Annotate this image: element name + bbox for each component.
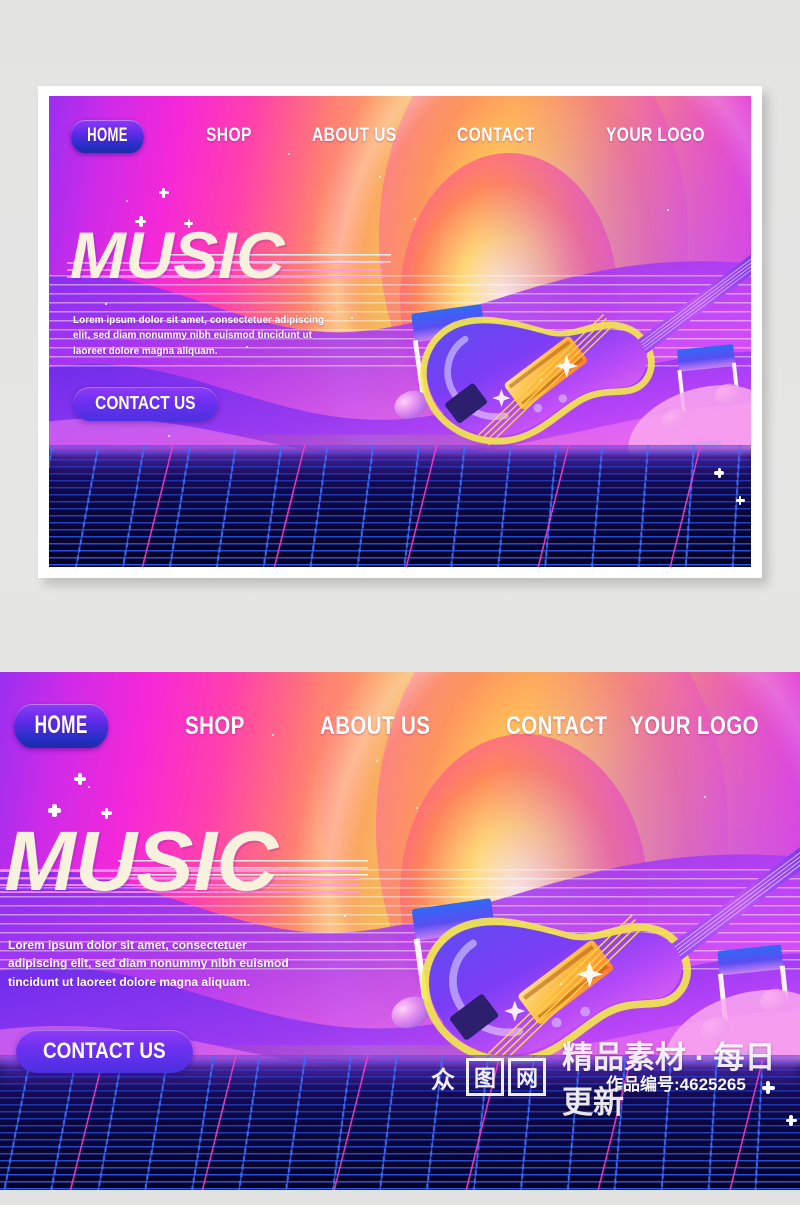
primary-navigation: HOME SHOP ABOUT US CONTACT YOUR LOGO (49, 96, 751, 176)
nav-item-about-us[interactable]: ABOUT US (312, 125, 397, 147)
watermark-artwork-id: 作品编号:4625265 (606, 1075, 746, 1094)
brand-logo[interactable]: YOUR LOGO (606, 125, 705, 147)
page-title: MUSIC (69, 218, 285, 292)
contact-us-button[interactable]: CONTACT US (16, 1029, 193, 1073)
music-landing-banner-preview: HOME SHOP ABOUT US CONTACT YOUR LOGO MUS… (49, 96, 751, 567)
page-root: HOME SHOP ABOUT US CONTACT YOUR LOGO MUS… (0, 0, 800, 1205)
sparkle-plus-icon (761, 1081, 775, 1095)
star-dot (88, 785, 90, 788)
nav-item-shop[interactable]: SHOP (185, 712, 245, 741)
nav-home-label: HOME (34, 711, 88, 739)
sparkle-plus-icon (785, 1114, 797, 1126)
sparkle-plus-icon (158, 187, 169, 198)
hero-description: Lorem ipsum dolor sit amet, consectetuer… (8, 937, 289, 989)
hero-content: MUSIC Lorem ipsum dolor sit amet, consec… (0, 819, 388, 1073)
star-dot (666, 209, 669, 212)
page-title: MUSIC (4, 814, 278, 908)
nav-home-button[interactable]: HOME (14, 704, 109, 748)
star-dot (560, 982, 562, 985)
nav-item-contact[interactable]: CONTACT (506, 712, 608, 741)
star-dot (126, 199, 129, 202)
contact-us-label: CONTACT US (42, 1037, 166, 1063)
floor-pink-lines (49, 444, 751, 567)
music-landing-banner-full: HOME SHOP ABOUT US CONTACT YOUR LOGO MUS… (0, 672, 800, 1190)
contact-us-label: CONTACT US (95, 393, 196, 414)
primary-navigation: HOME SHOP ABOUT US CONTACT YOUR LOGO (0, 672, 800, 780)
retro-grid-floor (49, 444, 751, 567)
star-dot (378, 176, 381, 179)
nav-home-button[interactable]: HOME (71, 119, 144, 153)
sparkle-plus-icon (735, 496, 745, 506)
hero-content: MUSIC Lorem ipsum dolor sit amet, consec… (67, 222, 403, 422)
nav-item-about-us[interactable]: ABOUT US (320, 712, 430, 741)
nav-home-label: HOME (87, 124, 128, 146)
sparkle-plus-icon (714, 468, 725, 479)
contact-us-button[interactable]: CONTACT US (73, 387, 218, 422)
star-dot (416, 806, 418, 809)
framed-preview-card: HOME SHOP ABOUT US CONTACT YOUR LOGO MUS… (38, 86, 762, 578)
nav-item-contact[interactable]: CONTACT (457, 125, 535, 147)
nav-item-shop[interactable]: SHOP (206, 125, 252, 147)
brand-logo[interactable]: YOUR LOGO (630, 712, 759, 741)
hero-description: Lorem ipsum dolor sit amet, consectetuer… (73, 314, 325, 357)
